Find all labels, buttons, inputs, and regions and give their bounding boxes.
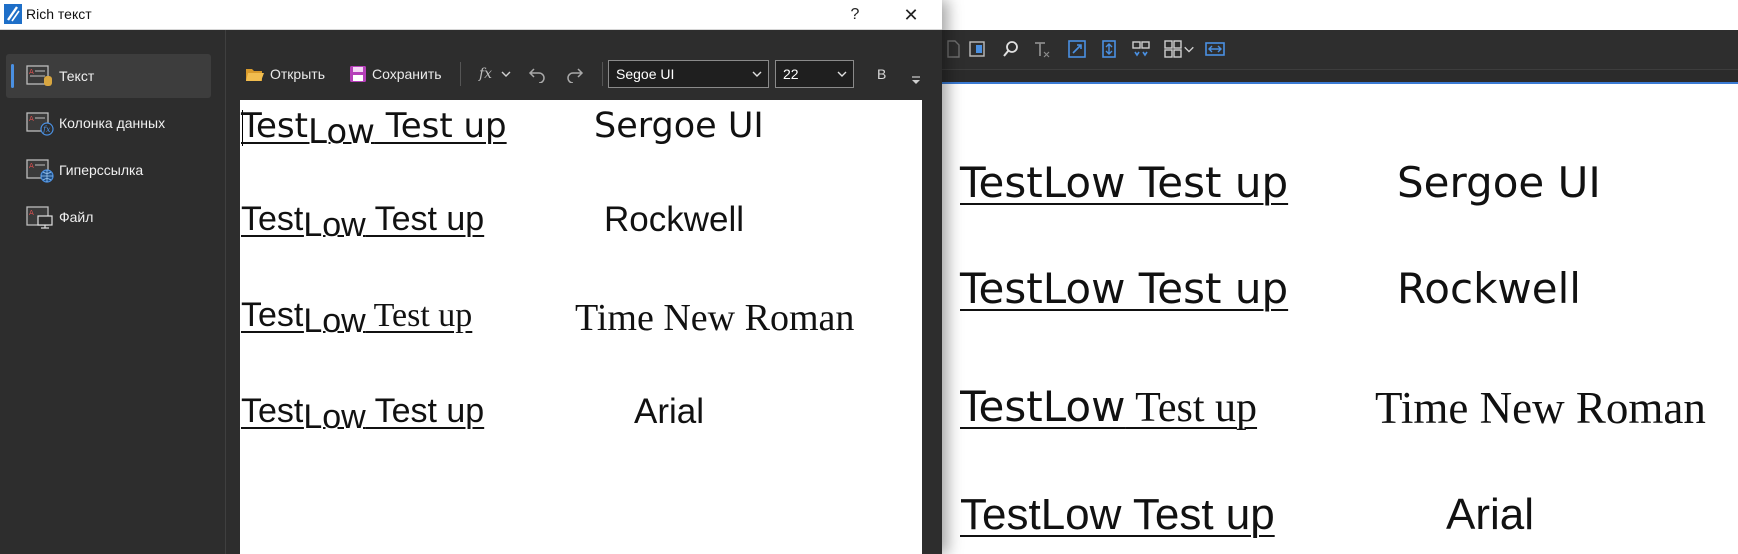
sample-part-up: Test up bbox=[365, 297, 473, 334]
font-family-select[interactable]: Segoe UI bbox=[608, 60, 769, 88]
redo-icon bbox=[567, 68, 584, 83]
sample-part-test: Test bbox=[241, 296, 304, 334]
sidebar-item-data-column[interactable]: A fx Колонка данных bbox=[6, 101, 211, 145]
sample-part-test: Test bbox=[241, 200, 304, 238]
preview-sample-4: TestLow Test up bbox=[960, 490, 1275, 539]
editor-font-name-4: Arial bbox=[634, 392, 705, 431]
preview-font-name-4: Arial bbox=[1446, 490, 1535, 539]
sidebar-item-label: Гиперссылка bbox=[59, 162, 144, 178]
font-size-select[interactable]: 22 bbox=[775, 60, 854, 88]
data-column-fx-icon: A fx bbox=[26, 112, 54, 136]
svg-text:A: A bbox=[29, 209, 34, 217]
fit-page-icon[interactable] bbox=[1066, 38, 1088, 60]
chevron-down-icon bbox=[752, 71, 762, 77]
editor-font-name-2: Rockwell bbox=[604, 200, 745, 239]
sample-part-low: Low bbox=[303, 302, 366, 340]
preview-ruler bbox=[942, 70, 1738, 84]
fit-height-icon[interactable] bbox=[1098, 38, 1120, 60]
editor-font-name-3: Time New Roman bbox=[575, 297, 855, 339]
fx-label: fx bbox=[479, 66, 493, 82]
sample-part-low: Low bbox=[303, 398, 366, 436]
font-size-value: 22 bbox=[783, 66, 799, 82]
editor-font-name-1: Sergoe UI bbox=[594, 106, 764, 146]
editor-sample-1: TestLow Test up bbox=[241, 106, 507, 152]
save-button[interactable]: Сохранить bbox=[349, 56, 442, 92]
help-button[interactable]: ? bbox=[832, 0, 878, 30]
sidebar-item-text[interactable]: A Текст bbox=[6, 54, 211, 98]
preview-sample-2: TestLow Test up bbox=[960, 264, 1289, 313]
hyperlink-globe-icon: A bbox=[26, 159, 54, 183]
formula-button[interactable]: fx bbox=[479, 56, 516, 92]
preview-font-name-3: Time New Roman bbox=[1375, 383, 1706, 433]
text-field-icon: A bbox=[26, 65, 52, 86]
undo-icon bbox=[528, 68, 545, 83]
bold-label: B bbox=[877, 66, 887, 82]
sidebar-item-hyperlink[interactable]: A Гиперссылка bbox=[6, 148, 211, 192]
editor-sample-2: TestLow Test up bbox=[241, 200, 485, 244]
sample-part-up: Test up bbox=[365, 200, 485, 238]
save-label: Сохранить bbox=[372, 66, 442, 82]
sample-part-test: Test bbox=[241, 392, 304, 430]
sample-part-up: Test up bbox=[374, 106, 507, 146]
file-monitor-icon: A bbox=[26, 206, 53, 229]
toolbar-separator bbox=[460, 62, 461, 86]
sidebar: A Текст A fx Колонка данных A Гиперссылк… bbox=[0, 30, 226, 554]
close-button[interactable]: ✕ bbox=[888, 0, 934, 30]
preview-sample-1: TestLow Test up bbox=[960, 158, 1289, 207]
preview-sample-3-up: Test up bbox=[1125, 385, 1258, 431]
preview-page: TestLow Test up Sergoe UI TestLow Test u… bbox=[942, 86, 1738, 554]
chevron-down-icon bbox=[501, 71, 511, 77]
two-pages-icon[interactable] bbox=[1130, 38, 1152, 60]
editor-toolbar: Открыть Сохранить fx Segoe UI 22 B bbox=[229, 56, 929, 92]
font-family-value: Segoe UI bbox=[616, 66, 675, 82]
fit-width-icon[interactable] bbox=[1204, 38, 1226, 60]
save-disk-icon bbox=[350, 66, 366, 82]
page-layout-icon[interactable] bbox=[966, 38, 988, 60]
svg-text:fx: fx bbox=[42, 125, 51, 134]
sidebar-item-file[interactable]: A Файл bbox=[6, 195, 211, 239]
sidebar-item-label: Файл bbox=[59, 209, 94, 225]
page-icon[interactable] bbox=[942, 38, 964, 60]
svg-text:A: A bbox=[29, 68, 34, 76]
sidebar-item-label: Колонка данных bbox=[59, 115, 166, 131]
toolbar-overflow-button[interactable] bbox=[911, 62, 926, 98]
preview-font-name-2: Rockwell bbox=[1397, 264, 1581, 313]
editor-sample-4: TestLow Test up bbox=[241, 392, 485, 436]
title-bar: Rich текст ? ✕ bbox=[0, 0, 942, 30]
window-title: Rich текст bbox=[26, 6, 92, 22]
undo-button[interactable] bbox=[527, 56, 552, 92]
rich-text-dialog: Rich текст ? ✕ A Текст A fx Колонка данн bbox=[0, 0, 942, 554]
redo-button[interactable] bbox=[565, 56, 590, 92]
chevron-down-icon bbox=[837, 71, 847, 77]
sample-part-low: Low bbox=[307, 112, 375, 152]
sample-part-low: Low bbox=[303, 206, 366, 244]
preview-toolbar bbox=[942, 30, 1738, 70]
toolbar-separator bbox=[602, 62, 603, 86]
editor-scrollbar[interactable] bbox=[922, 100, 942, 554]
preview-sample-3-low: TestLow bbox=[960, 382, 1126, 431]
rich-text-editor[interactable]: TestLow Test up Sergoe UI TestLow Test u… bbox=[240, 100, 922, 554]
preview-font-name-1: Sergoe UI bbox=[1397, 158, 1601, 207]
bold-button[interactable]: B bbox=[877, 56, 886, 92]
overflow-chevron-icon bbox=[912, 76, 920, 84]
search-icon[interactable] bbox=[1000, 38, 1022, 60]
multi-page-icon[interactable] bbox=[1162, 38, 1184, 60]
chevron-down-icon[interactable] bbox=[1182, 38, 1196, 60]
sample-part-up: Test up bbox=[365, 392, 485, 430]
editor-sample-3: TestLow Test up bbox=[241, 296, 473, 340]
sample-part-test: Test bbox=[241, 106, 308, 146]
preview-window: TestLow Test up Sergoe UI TestLow Test u… bbox=[942, 0, 1738, 554]
svg-text:A: A bbox=[29, 162, 34, 170]
open-button[interactable]: Открыть bbox=[245, 56, 325, 92]
svg-text:A: A bbox=[29, 115, 34, 123]
open-folder-icon bbox=[246, 69, 264, 81]
preview-top-strip bbox=[942, 0, 1738, 30]
clear-format-icon[interactable] bbox=[1030, 38, 1052, 60]
sidebar-item-label: Текст bbox=[59, 68, 95, 84]
preview-sample-3: TestLow Test up bbox=[960, 382, 1270, 432]
app-logo-icon bbox=[4, 4, 22, 24]
open-label: Открыть bbox=[270, 66, 325, 82]
